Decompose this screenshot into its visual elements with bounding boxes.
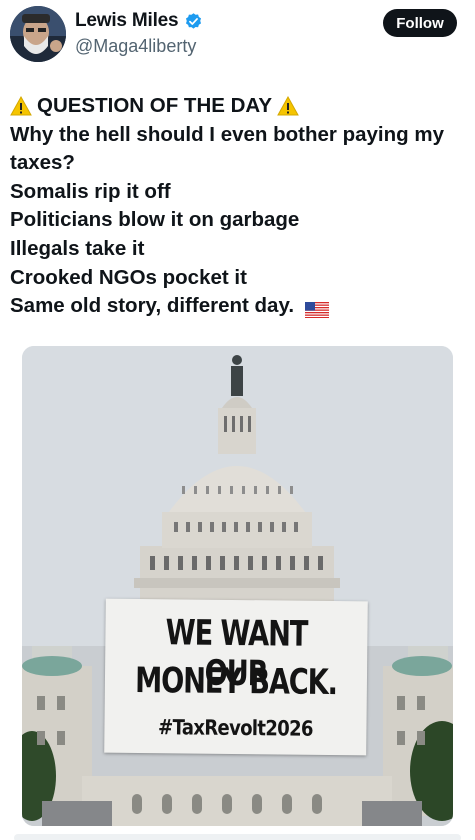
warning-icon	[10, 96, 32, 116]
post-line: Illegals take it	[10, 236, 145, 260]
post-header: Lewis Miles @Maga4liberty Follow	[0, 0, 475, 70]
post-title: QUESTION OF THE DAY	[37, 94, 273, 117]
banner-hashtag: #TaxRevolt2026	[157, 715, 313, 741]
post-line: Why the hell should I even bother paying…	[10, 122, 444, 175]
display-name[interactable]: Lewis Miles	[75, 10, 179, 32]
follow-button[interactable]: Follow	[383, 9, 457, 37]
post-text: QUESTION OF THE DAY Why the hell should …	[10, 92, 468, 321]
next-post-edge	[14, 834, 461, 840]
protest-banner: WE WANT OUR MONEY BACK. #TaxRevolt2026	[104, 598, 368, 756]
verified-badge-icon	[184, 12, 203, 31]
post-line: Somalis rip it off	[10, 179, 171, 203]
post-line: Crooked NGOs pocket it	[10, 265, 247, 289]
warning-icon	[277, 96, 299, 116]
banner-line-2: MONEY BACK.	[134, 660, 338, 704]
user-handle[interactable]: @Maga4liberty	[75, 36, 196, 57]
name-row: Lewis Miles	[75, 10, 203, 32]
avatar[interactable]	[10, 6, 66, 62]
post-line: Same old story, different day.	[10, 294, 295, 318]
post-line: Politicians blow it on garbage	[10, 208, 300, 232]
us-flag-icon	[305, 298, 330, 319]
post-last-line: Same old story, different day.	[10, 292, 468, 321]
post-title-line: QUESTION OF THE DAY	[10, 92, 468, 121]
